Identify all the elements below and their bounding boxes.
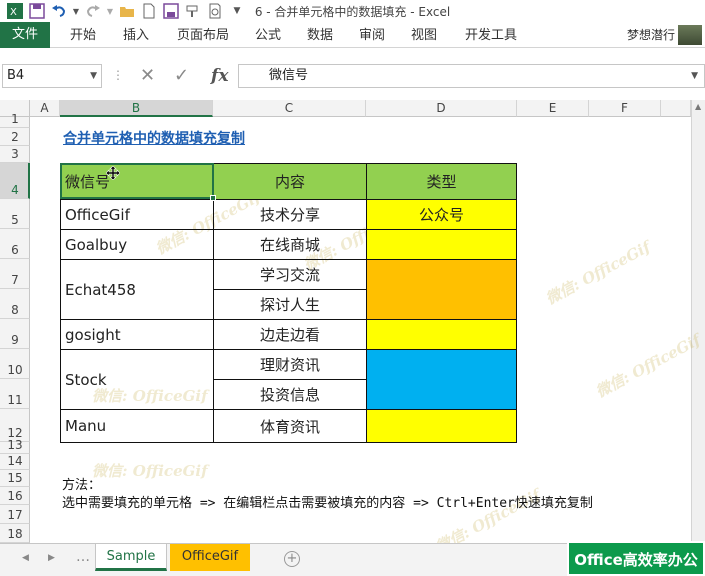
tab-view[interactable]: 视图 <box>404 25 444 47</box>
tab-home[interactable]: 开始 <box>60 25 106 47</box>
print-preview-icon[interactable] <box>206 2 224 20</box>
expand-formula-bar-icon[interactable]: ▼ <box>691 65 698 87</box>
sheet-tab-sample[interactable]: Sample <box>95 544 167 571</box>
scroll-up-icon[interactable]: ▲ <box>695 102 701 111</box>
table-cell-b7-merged[interactable]: Echat458 <box>60 259 214 320</box>
row-header[interactable]: 6 <box>0 229 30 259</box>
row-header[interactable]: 11 <box>0 379 30 409</box>
row-header[interactable]: 4 <box>0 163 30 199</box>
open-folder-icon[interactable] <box>118 2 136 20</box>
table-cell-d12[interactable] <box>366 409 517 443</box>
column-header-next[interactable] <box>661 100 691 117</box>
redo-icon[interactable] <box>84 2 102 20</box>
undo-dropdown-icon[interactable]: ▼ <box>72 2 80 20</box>
chevron-down-icon[interactable]: ▼ <box>90 65 97 87</box>
add-sheet-icon[interactable]: + <box>284 551 300 567</box>
tab-formulas[interactable]: 公式 <box>248 25 288 47</box>
table-cell-c11[interactable]: 投资信息 <box>213 379 367 410</box>
row-header[interactable]: 8 <box>0 289 30 319</box>
table-cell-c5[interactable]: 技术分享 <box>213 199 367 230</box>
row-header[interactable]: 16 <box>0 487 30 505</box>
previous-sheet-icon[interactable]: ◀ <box>22 553 29 563</box>
column-header-a[interactable]: A <box>30 100 60 117</box>
column-header-f[interactable]: F <box>589 100 661 117</box>
table-cell-d9[interactable] <box>366 319 517 350</box>
table-cell-c12[interactable]: 体育资讯 <box>213 409 367 443</box>
title-bar: X ▼ ▼ ▼ 6 - 合并单元格中的数据填充 - Excel <box>0 0 705 22</box>
formula-input[interactable]: 微信号 ▼ <box>238 64 705 88</box>
svg-text:X: X <box>10 7 17 18</box>
vertical-scrollbar[interactable]: ▲ <box>691 100 705 543</box>
sheet-nav-more-icon[interactable]: … <box>76 549 90 565</box>
table-cell-d10-merged[interactable] <box>366 349 517 410</box>
undo-icon[interactable] <box>50 2 68 20</box>
enter-check-icon[interactable]: ✓ <box>174 64 189 88</box>
formula-bar: B4 ▼ ⋮ ✕ ✓ fx 微信号 ▼ <box>0 64 705 88</box>
table-cell-b9[interactable]: gosight <box>60 319 214 350</box>
save-icon[interactable] <box>28 2 46 20</box>
tab-developer[interactable]: 开发工具 <box>460 25 522 47</box>
cancel-icon[interactable]: ✕ <box>140 64 155 88</box>
table-header-type[interactable]: 类型 <box>366 163 517 200</box>
formula-content: 微信号 <box>269 68 309 83</box>
tab-page-layout[interactable]: 页面布局 <box>170 25 236 47</box>
table-cell-c7[interactable]: 学习交流 <box>213 259 367 290</box>
customize-toolbar-icon[interactable]: ▼ <box>228 2 246 20</box>
row-header[interactable]: 5 <box>0 199 30 229</box>
brand-logo: Office高效率办公 <box>567 541 705 576</box>
column-header-d[interactable]: D <box>366 100 517 117</box>
quick-access-toolbar: X ▼ ▼ ▼ <box>0 0 246 22</box>
drag-handle-icon[interactable]: ⋮ <box>112 68 124 82</box>
tab-file[interactable]: 文件 <box>0 22 50 48</box>
avatar[interactable] <box>678 25 702 45</box>
save-as-icon[interactable] <box>162 2 180 20</box>
format-painter-icon[interactable] <box>184 2 202 20</box>
row-header[interactable]: 17 <box>0 505 30 524</box>
tab-insert[interactable]: 插入 <box>116 25 156 47</box>
ribbon-tabs: 文件 开始 插入 页面布局 公式 数据 审阅 视图 开发工具 梦想潜行 <box>0 22 705 48</box>
row-header[interactable]: 14 <box>0 454 30 470</box>
redo-dropdown-icon[interactable]: ▼ <box>106 2 114 20</box>
row-header[interactable]: 2 <box>0 128 30 146</box>
next-sheet-icon[interactable]: ▶ <box>48 553 55 563</box>
row-header[interactable]: 1 <box>0 112 30 128</box>
row-header[interactable]: 7 <box>0 259 30 289</box>
table-cell-c8[interactable]: 探讨人生 <box>213 289 367 320</box>
table-cell-b10-merged[interactable]: Stock <box>60 349 214 410</box>
table-cell-c6[interactable]: 在线商城 <box>213 229 367 260</box>
new-document-icon[interactable] <box>140 2 158 20</box>
sheet-tab-officegif[interactable]: OfficeGif <box>170 544 250 571</box>
tab-data[interactable]: 数据 <box>300 25 340 47</box>
insert-function-icon[interactable]: fx <box>211 64 228 88</box>
table-cell-d6[interactable] <box>366 229 517 260</box>
column-header-e[interactable]: E <box>517 100 589 117</box>
sheet-heading[interactable]: 合并单元格中的数据填充复制 <box>63 128 245 148</box>
row-header[interactable]: 9 <box>0 319 30 349</box>
name-box[interactable]: B4 ▼ <box>2 64 102 88</box>
move-cursor-icon <box>106 166 120 180</box>
row-header[interactable]: 3 <box>0 146 30 163</box>
user-name[interactable]: 梦想潜行 <box>627 26 675 43</box>
row-header[interactable]: 18 <box>0 524 30 543</box>
column-header-c[interactable]: C <box>213 100 366 117</box>
table-header-content[interactable]: 内容 <box>213 163 367 200</box>
table-cell-b6[interactable]: Goalbuy <box>60 229 214 260</box>
excel-app-icon: X <box>6 2 24 20</box>
method-title[interactable]: 方法： <box>62 474 101 493</box>
table-cell-d5[interactable]: 公众号 <box>366 199 517 230</box>
table-cell-c10[interactable]: 理财资讯 <box>213 349 367 380</box>
name-box-value: B4 <box>7 68 25 83</box>
row-header[interactable]: 15 <box>0 470 30 487</box>
table-cell-b5[interactable]: OfficeGif <box>60 199 214 230</box>
table-cell-d7-merged[interactable] <box>366 259 517 320</box>
table-cell-c9[interactable]: 边走边看 <box>213 319 367 350</box>
table-cell-b12[interactable]: Manu <box>60 409 214 443</box>
table-header-wechat[interactable]: 微信号 <box>60 163 214 200</box>
row-header[interactable]: 13 <box>0 438 30 454</box>
tab-review[interactable]: 审阅 <box>352 25 392 47</box>
column-header-b[interactable]: B <box>60 100 213 117</box>
method-text[interactable]: 选中需要填充的单元格 => 在编辑栏点击需要被填充的内容 => Ctrl+Ent… <box>62 492 593 511</box>
row-header[interactable]: 10 <box>0 349 30 379</box>
